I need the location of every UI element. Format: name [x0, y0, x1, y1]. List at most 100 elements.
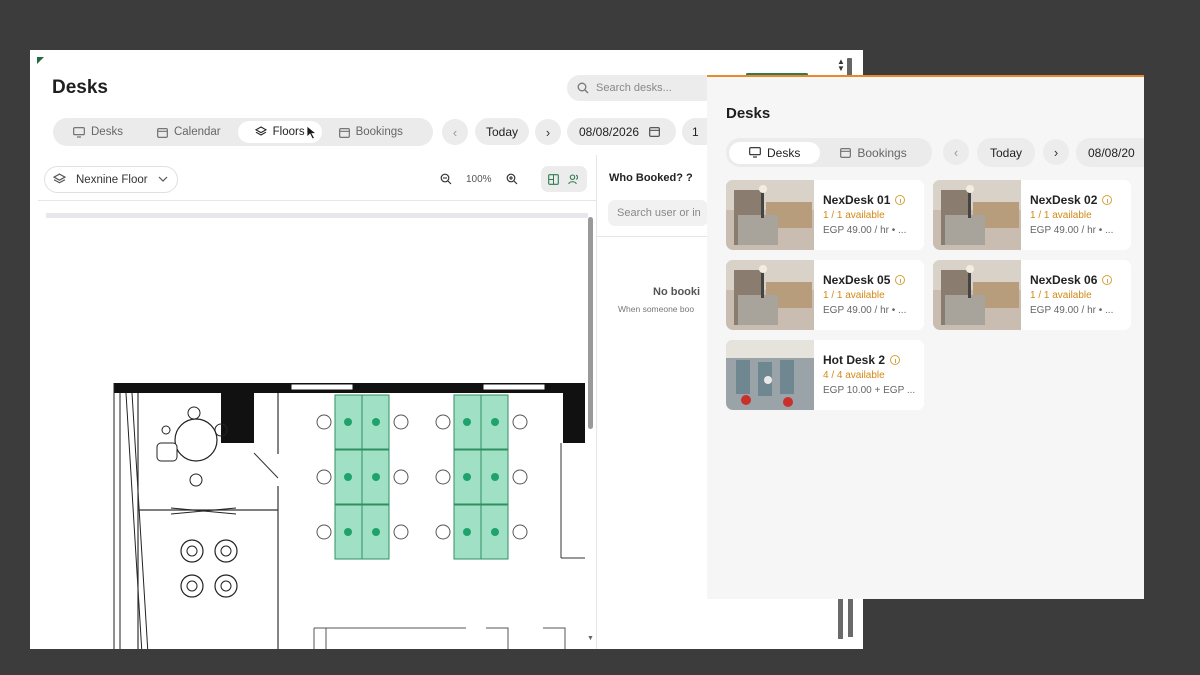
user-search-placeholder: Search user or in: [617, 207, 701, 219]
floor-select-value: Nexnine Floor: [76, 173, 148, 186]
today-button[interactable]: Today: [977, 138, 1035, 167]
desk-cluster-2: [435, 394, 528, 560]
chevron-left-icon: ‹: [452, 124, 458, 140]
view-tabs: Desks Bookings: [726, 138, 932, 167]
users-icon[interactable]: [568, 173, 580, 185]
tab-calendar[interactable]: Calendar: [140, 121, 238, 143]
desk-card[interactable]: NexDesk 02 1 / 1 available EGP 49.00 / h…: [933, 180, 1131, 250]
background-scrollbar: [838, 599, 843, 639]
availability: 4 / 4 available: [823, 370, 885, 381]
scrollbar-thumb[interactable]: [847, 58, 852, 76]
next-date-button[interactable]: ›: [535, 119, 561, 145]
desk-pod-photo: [933, 260, 1021, 330]
desk-card[interactable]: NexDesk 05 1 / 1 available EGP 49.00 / h…: [726, 260, 924, 330]
chevron-right-icon: ›: [1053, 144, 1059, 160]
chevron-right-icon: ›: [545, 124, 551, 140]
next-date-button[interactable]: ›: [1043, 139, 1069, 165]
view-toggle: [541, 166, 587, 192]
monitor-icon: [749, 147, 761, 158]
tab-label: Calendar: [173, 126, 221, 138]
prev-date-button[interactable]: ‹: [943, 139, 969, 165]
zoom-in-button[interactable]: [500, 167, 524, 191]
tab-desks[interactable]: Desks: [729, 141, 821, 164]
today-button[interactable]: Today: [475, 118, 529, 145]
desks-list-window: Desks Desks Bookings ‹ Today › 08/08/20 …: [707, 75, 1144, 599]
page-title: Desks: [726, 105, 771, 122]
zoom-level: 100%: [466, 173, 492, 185]
price: EGP 49.00 / hr • ...: [1030, 225, 1114, 236]
search-icon: [577, 82, 589, 94]
monitor-icon: [73, 126, 85, 138]
map-view-icon[interactable]: [548, 173, 560, 185]
desk-card[interactable]: Hot Desk 2 4 / 4 available EGP 10.00 + E…: [726, 340, 924, 410]
calendar-icon: [840, 148, 852, 158]
date-picker[interactable]: 08/08/2026: [567, 118, 676, 145]
price: EGP 10.00 + EGP ...: [823, 385, 916, 396]
desk-card[interactable]: NexDesk 06 1 / 1 available EGP 49.00 / h…: [933, 260, 1131, 330]
tab-label: Floors: [272, 126, 305, 138]
window-corner-mark: [37, 57, 44, 64]
search-placeholder: Search desks...: [596, 82, 672, 94]
zoom-in-icon: [506, 173, 518, 185]
info-icon[interactable]: [1102, 275, 1113, 285]
zoom-controls: 100%: [434, 167, 524, 191]
tab-label: Desks: [767, 145, 801, 160]
layers-icon: [53, 173, 66, 184]
user-search-input[interactable]: Search user or in: [608, 200, 708, 226]
floor-plan-drawing: [113, 383, 585, 649]
canvas-scrollbar-thumb[interactable]: [588, 217, 593, 429]
scroll-down-arrow-icon[interactable]: ▼: [587, 635, 594, 642]
mouse-cursor-icon: [306, 125, 318, 140]
info-icon[interactable]: [890, 355, 901, 365]
zoom-out-icon: [440, 173, 452, 185]
zoom-out-button[interactable]: [434, 167, 458, 191]
view-tabs: Desks Calendar Floors Bookings: [53, 118, 433, 146]
scroll-up-arrow-icon[interactable]: ▲ ▼: [836, 58, 846, 74]
desk-card[interactable]: NexDesk 01 1 / 1 available EGP 49.00 / h…: [726, 180, 924, 250]
desk-pod-photo: [726, 180, 814, 250]
chevron-down-icon: [158, 176, 168, 182]
desk-pod-photo: [933, 180, 1021, 250]
tab-bookings[interactable]: Bookings: [322, 121, 420, 143]
tab-bookings[interactable]: Bookings: [820, 142, 926, 164]
price: EGP 49.00 / hr • ...: [823, 305, 907, 316]
prev-date-button[interactable]: ‹: [442, 119, 468, 145]
price: EGP 49.00 / hr • ...: [823, 225, 907, 236]
calendar-icon: [338, 127, 350, 138]
layers-icon: [254, 126, 267, 136]
desk-name: Hot Desk 2: [823, 353, 901, 367]
tab-label: Bookings: [857, 145, 907, 160]
tab-label: Desks: [91, 126, 123, 138]
tab-floors[interactable]: Floors: [237, 121, 322, 143]
calendar-icon: [649, 127, 660, 137]
calendar-icon: [157, 127, 168, 138]
empty-state-title: No booki: [653, 286, 701, 298]
floor-select[interactable]: Nexnine Floor: [44, 166, 178, 193]
price: EGP 49.00 / hr • ...: [1030, 305, 1114, 316]
desk-name: NexDesk 01: [823, 193, 906, 207]
date-picker[interactable]: 08/08/20: [1076, 138, 1144, 167]
empty-state-description: When someone boo: [618, 304, 695, 314]
info-icon[interactable]: [895, 195, 906, 205]
desk-name: NexDesk 02: [1030, 193, 1113, 207]
availability: 1 / 1 available: [823, 290, 885, 301]
info-icon[interactable]: [1102, 195, 1113, 205]
availability: 1 / 1 available: [823, 210, 885, 221]
desk-name: NexDesk 06: [1030, 273, 1113, 287]
tab-label: Bookings: [355, 126, 403, 138]
availability: 1 / 1 available: [1030, 210, 1092, 221]
desk-pod-photo: [726, 260, 814, 330]
desk-name: NexDesk 05: [823, 273, 906, 287]
background-scrollbar: [848, 599, 853, 637]
toolbar-divider: [38, 200, 596, 201]
office-aerial-photo: [726, 340, 814, 410]
tab-desks[interactable]: Desks: [56, 121, 140, 143]
search-desks-input[interactable]: Search desks...: [567, 75, 727, 101]
panel-divider: [596, 155, 597, 649]
floor-plan-canvas[interactable]: [46, 213, 588, 649]
page-title: Desks: [52, 77, 108, 98]
who-booked-heading: Who Booked? ?: [609, 172, 693, 184]
info-icon[interactable]: [895, 275, 906, 285]
date-value: 08/08/2026: [579, 124, 640, 139]
desk-cluster-1: [316, 394, 409, 560]
